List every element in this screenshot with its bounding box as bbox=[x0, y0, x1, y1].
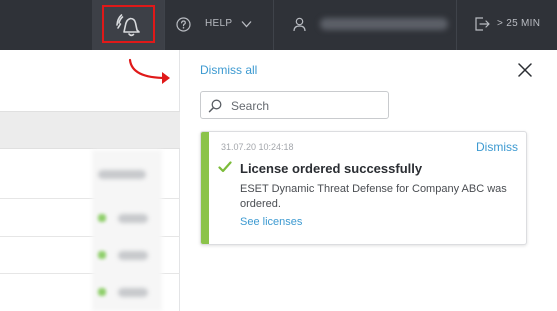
dismiss-button[interactable]: Dismiss bbox=[476, 140, 518, 154]
annotation-arrow-icon bbox=[128, 58, 170, 84]
table-header bbox=[0, 111, 180, 149]
dismiss-all-link[interactable]: Dismiss all bbox=[200, 63, 257, 77]
help-menu[interactable]: HELP bbox=[165, 0, 273, 50]
blurred-cell bbox=[98, 170, 146, 179]
blurred-cell bbox=[118, 214, 148, 223]
highlight-box bbox=[102, 5, 155, 43]
blurred-cell bbox=[118, 251, 148, 260]
notifications-panel: Dismiss all 31.07.20 10:24:18 Dismiss Li… bbox=[181, 50, 557, 311]
help-label: HELP bbox=[205, 18, 233, 29]
username-redacted bbox=[320, 18, 448, 30]
search-icon bbox=[208, 99, 222, 113]
background-table bbox=[0, 50, 180, 311]
chevron-down-icon bbox=[241, 21, 252, 28]
close-icon[interactable] bbox=[518, 63, 532, 77]
logout-button[interactable]: > 25 MIN bbox=[457, 0, 557, 50]
user-icon bbox=[293, 17, 306, 32]
blurred-check bbox=[98, 288, 106, 296]
user-menu[interactable] bbox=[274, 0, 456, 50]
top-bar: HELP > 25 MIN bbox=[0, 0, 557, 50]
search-input[interactable] bbox=[231, 97, 381, 114]
checkmark-icon bbox=[218, 161, 232, 173]
status-accent-bar bbox=[201, 132, 209, 244]
blurred-cell bbox=[118, 288, 148, 297]
blurred-check bbox=[98, 251, 106, 259]
notification-message: ESET Dynamic Threat Defense for Company … bbox=[240, 183, 507, 210]
session-timeout-label: > 25 MIN bbox=[497, 18, 541, 29]
search-box[interactable] bbox=[200, 91, 389, 119]
see-licenses-link[interactable]: See licenses bbox=[240, 216, 302, 228]
blurred-check bbox=[98, 214, 106, 222]
notification-title: License ordered successfully bbox=[240, 161, 423, 176]
notification-card: 31.07.20 10:24:18 Dismiss License ordere… bbox=[200, 131, 527, 245]
logout-icon bbox=[475, 17, 490, 31]
notification-timestamp: 31.07.20 10:24:18 bbox=[221, 142, 294, 152]
question-circle-icon bbox=[176, 17, 191, 32]
